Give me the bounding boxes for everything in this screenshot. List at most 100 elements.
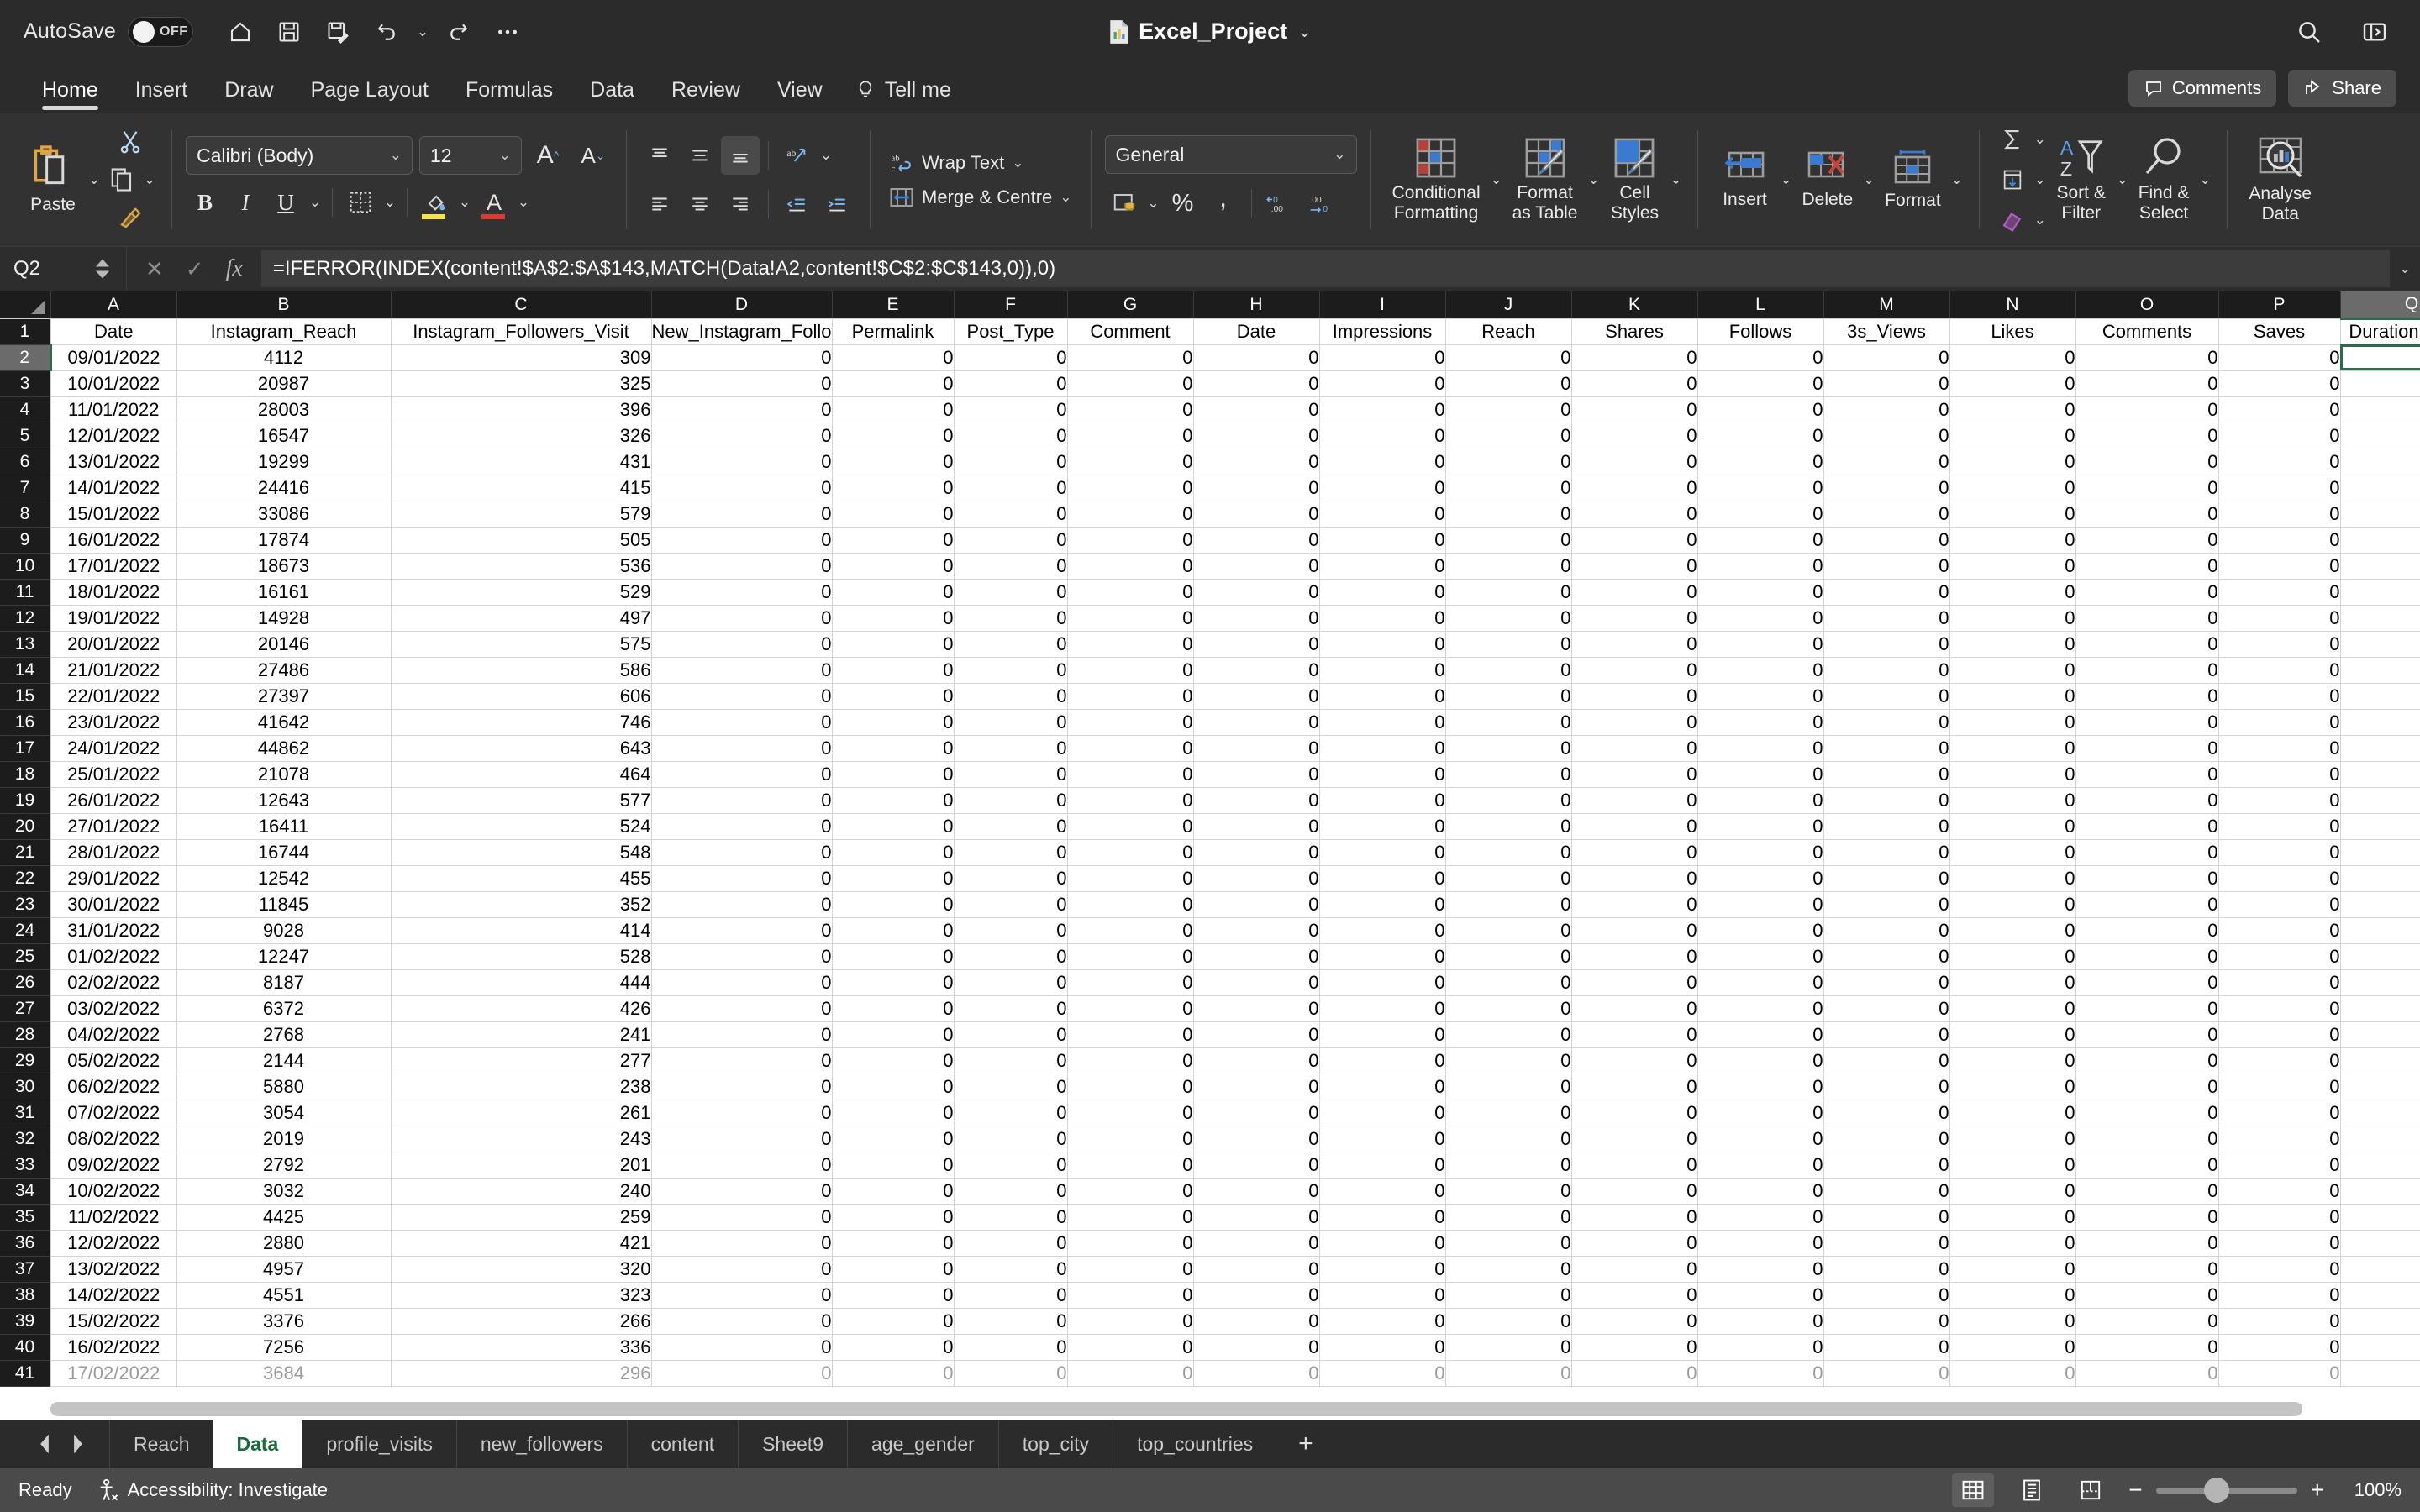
data-cell[interactable]: 0 [1949,1230,2076,1257]
sheet-tab-reach[interactable]: Reach [109,1420,213,1468]
column-header-g[interactable]: G [1067,291,1194,319]
data-cell[interactable]: 266 [391,1308,652,1335]
italic-button[interactable]: I [226,183,265,222]
data-cell[interactable]: 0 [1949,1047,2076,1074]
data-cell[interactable]: 0 [651,943,833,970]
data-cell[interactable]: 0 [1067,579,1194,606]
data-cell[interactable]: 0 [2218,839,2341,866]
data-cell[interactable]: 29/01/2022 [50,865,177,892]
underline-button[interactable]: U [266,183,305,222]
clear-chevron-down-icon[interactable]: ⌄ [2032,201,2049,239]
data-cell[interactable]: 0 [1319,1204,1446,1231]
data-cell[interactable]: 0 [2075,396,2219,423]
data-cell[interactable]: 0 [1571,709,1698,736]
data-cell[interactable]: 0 [651,813,833,840]
data-cell[interactable]: 0 [1697,344,1824,371]
data-cell[interactable]: 0 [832,1308,955,1335]
data-cell[interactable]: 12/02/2022 [50,1230,177,1257]
align-center-icon[interactable] [681,185,719,223]
data-cell[interactable]: 0 [832,527,955,554]
data-cell[interactable]: 18673 [176,553,392,580]
data-cell[interactable]: 0 [954,370,1068,397]
data-cell[interactable]: 01/02/2022 [50,943,177,970]
column-header-f[interactable]: F [954,291,1068,319]
find-select-chevron-down-icon[interactable]: ⌄ [2196,160,2213,199]
format-as-table-button[interactable]: Format as Table [1505,133,1586,226]
data-cell[interactable]: 431 [391,449,652,475]
data-cell[interactable]: 24416 [176,475,392,501]
data-cell[interactable]: 11/02/2022 [50,1204,177,1231]
data-cell[interactable]: 0 [1193,839,1320,866]
data-cell[interactable]: 15/02/2022 [50,1308,177,1335]
data-cell[interactable]: 0 [1193,553,1320,580]
data-cell[interactable]: 0 [651,683,833,710]
data-cell[interactable]: 07/02/2022 [50,1100,177,1126]
tab-data[interactable]: Data [571,63,653,113]
data-cell[interactable] [2340,370,2420,397]
data-cell[interactable]: 0 [1445,501,1572,528]
data-cell[interactable]: 0 [2218,1334,2341,1361]
data-cell[interactable]: 0 [1445,761,1572,788]
data-cell[interactable]: 0 [1067,423,1194,449]
data-cell[interactable]: 0 [1697,683,1824,710]
data-cell[interactable]: 0 [954,995,1068,1022]
header-cell[interactable]: Post_Type [954,318,1068,345]
data-cell[interactable]: 11/01/2022 [50,396,177,423]
data-cell[interactable]: 21078 [176,761,392,788]
data-cell[interactable]: 0 [1445,631,1572,658]
name-box[interactable]: Q2 [0,247,126,291]
data-cell[interactable]: 0 [1445,995,1572,1022]
zoom-out-button[interactable]: − [2128,1477,2142,1504]
data-cell[interactable] [2340,943,2420,970]
data-cell[interactable]: 30/01/2022 [50,891,177,918]
data-cell[interactable]: 28003 [176,396,392,423]
data-cell[interactable]: 0 [1571,1334,1698,1361]
row-header-40[interactable]: 40 [0,1334,51,1361]
data-cell[interactable] [2340,865,2420,892]
data-cell[interactable]: 0 [1067,1282,1194,1309]
data-cell[interactable]: 0 [1571,527,1698,554]
data-cell[interactable]: 606 [391,683,652,710]
align-bottom-icon[interactable] [721,136,760,175]
data-cell[interactable]: 0 [1193,1360,1320,1387]
data-cell[interactable]: 0 [954,969,1068,996]
data-cell[interactable]: 497 [391,605,652,632]
column-header-c[interactable]: C [391,291,652,319]
data-cell[interactable]: 0 [1445,735,1572,762]
fill-icon[interactable] [1993,160,2032,199]
data-cell[interactable]: 10/02/2022 [50,1178,177,1205]
data-cell[interactable]: 0 [954,527,1068,554]
data-cell[interactable]: 0 [1949,396,2076,423]
data-cell[interactable]: 0 [2218,605,2341,632]
data-cell[interactable]: 259 [391,1204,652,1231]
data-cell[interactable]: 0 [1319,370,1446,397]
data-cell[interactable]: 0 [1697,449,1824,475]
data-cell[interactable]: 0 [832,761,955,788]
data-cell[interactable]: 0 [2218,1360,2341,1387]
data-cell[interactable] [2340,1021,2420,1048]
add-sheet-button[interactable]: + [1276,1420,1335,1468]
data-cell[interactable]: 0 [2075,605,2219,632]
data-cell[interactable]: 0 [2075,579,2219,606]
data-cell[interactable]: 0 [651,1204,833,1231]
clear-icon[interactable] [1993,201,2032,239]
row-header-13[interactable]: 13 [0,631,51,658]
data-cell[interactable]: 4425 [176,1204,392,1231]
data-cell[interactable]: 0 [651,995,833,1022]
data-cell[interactable] [2340,449,2420,475]
data-cell[interactable]: 0 [1193,735,1320,762]
row-header-27[interactable]: 27 [0,995,51,1022]
data-cell[interactable]: 0 [651,1074,833,1100]
row-header-14[interactable]: 14 [0,657,51,684]
row-header-20[interactable]: 20 [0,813,51,840]
data-cell[interactable]: 0 [1193,344,1320,371]
data-cell[interactable]: 0 [1571,423,1698,449]
data-cell[interactable]: 0 [1823,917,1950,944]
data-cell[interactable]: 0 [1067,995,1194,1022]
autosum-icon[interactable] [1993,120,2032,159]
row-header-1[interactable]: 1 [0,318,51,345]
data-cell[interactable] [2340,1308,2420,1335]
data-cell[interactable]: 0 [651,605,833,632]
data-cell[interactable]: 396 [391,396,652,423]
data-cell[interactable]: 0 [1823,1074,1950,1100]
